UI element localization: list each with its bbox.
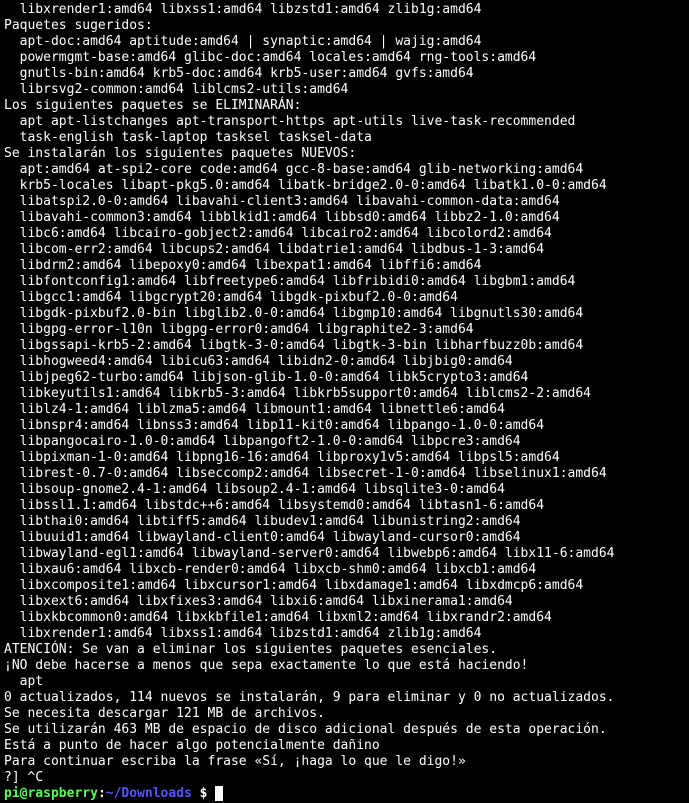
cursor-icon (215, 786, 223, 801)
prompt-user: pi (4, 786, 20, 801)
prompt-host: raspberry (27, 786, 97, 801)
output-lines: libxrender1:amd64 libxss1:amd64 libzstd1… (4, 2, 685, 786)
prompt-line[interactable]: pi@raspberry:~/Downloads $ (4, 786, 223, 801)
terminal-output[interactable]: libxrender1:amd64 libxss1:amd64 libzstd1… (0, 0, 689, 803)
prompt-colon: : (98, 786, 106, 801)
prompt-dollar: $ (192, 786, 215, 801)
prompt-path: ~/Downloads (106, 786, 192, 801)
